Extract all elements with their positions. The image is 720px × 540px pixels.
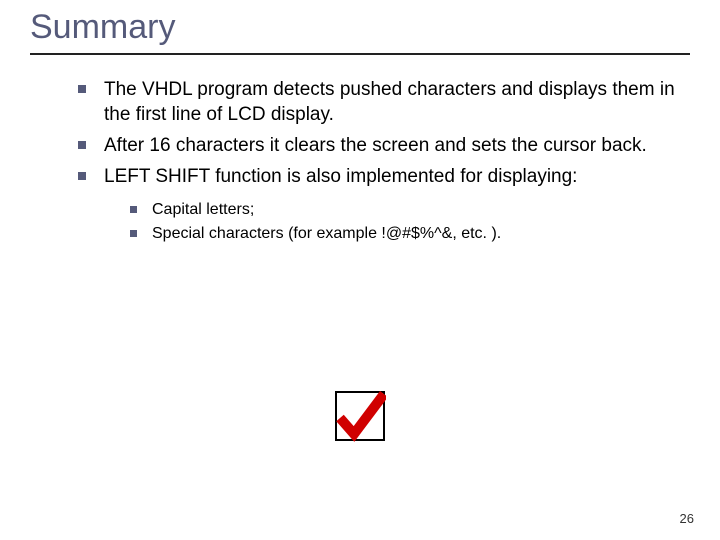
title-rule (30, 53, 690, 55)
page-number: 26 (680, 511, 694, 526)
slide-title: Summary (30, 8, 690, 47)
sub-bullet-list: Capital letters; Special characters (for… (130, 199, 690, 244)
list-item: The VHDL program detects pushed characte… (78, 77, 690, 127)
slide: Summary The VHDL program detects pushed … (0, 0, 720, 540)
list-item: Special characters (for example !@#$%^&,… (130, 223, 690, 245)
bullet-list: The VHDL program detects pushed characte… (78, 77, 690, 189)
list-item: Capital letters; (130, 199, 690, 221)
list-item: After 16 characters it clears the screen… (78, 133, 690, 158)
list-item: LEFT SHIFT function is also implemented … (78, 164, 690, 189)
checkmark-icon (334, 390, 386, 447)
